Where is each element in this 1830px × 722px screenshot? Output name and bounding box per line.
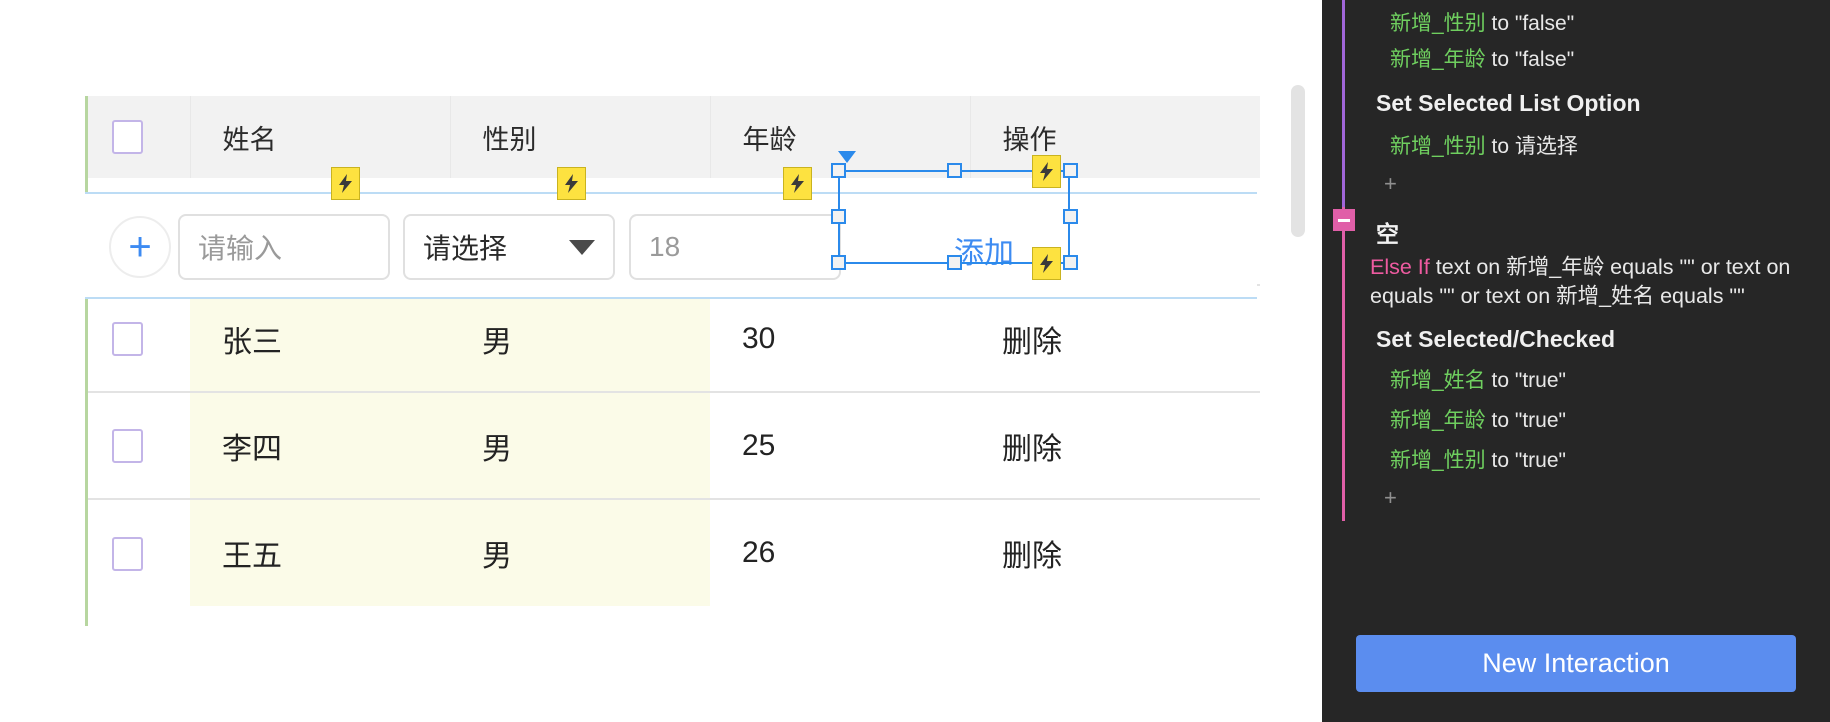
age-input[interactable]: 18 <box>629 214 841 280</box>
header-cell-checkbox <box>88 96 191 178</box>
cell-age: 26 <box>710 499 970 606</box>
new-interaction-button[interactable]: New Interaction <box>1356 635 1796 692</box>
resize-handle-top-left[interactable] <box>831 163 846 178</box>
cell-age: 25 <box>710 392 970 500</box>
plus-icon[interactable]: + <box>109 216 171 278</box>
header-cell-name: 姓名 <box>190 96 451 178</box>
action-item[interactable]: 新增_年龄 to "true" <box>1322 399 1830 439</box>
action-target: 新增_姓名 <box>1390 368 1486 392</box>
action-connector: to <box>1491 12 1510 35</box>
action-item[interactable]: 新增_性别 to "true" <box>1322 439 1830 479</box>
lightning-icon[interactable] <box>557 167 586 200</box>
group-guide-line <box>1342 0 1345 208</box>
action-connector: to <box>1491 449 1510 472</box>
row-checkbox-cell <box>88 285 190 393</box>
cell-name: 张三 <box>190 285 450 393</box>
action-connector: to <box>1491 408 1510 432</box>
delete-link[interactable]: 删除 <box>970 499 1260 606</box>
age-input-placeholder: 18 <box>649 231 681 262</box>
collapse-minus-icon[interactable] <box>1333 209 1355 232</box>
action-value: "true" <box>1514 449 1566 472</box>
action-value: "false" <box>1514 48 1575 72</box>
action-target: 新增_年龄 <box>1390 408 1486 432</box>
row-checkbox[interactable] <box>112 536 143 571</box>
action-group-title[interactable]: Set Selected/Checked <box>1322 310 1830 359</box>
action-target: 新增_性别 <box>1390 449 1486 472</box>
lightning-icon[interactable] <box>1032 155 1061 188</box>
resize-handle-top-center[interactable] <box>947 163 962 178</box>
canvas-scrollbar[interactable] <box>1291 85 1305 237</box>
interaction-group-purple: 新增_性别 to "false" 新增_年龄 to "false" Set Se… <box>1322 0 1830 208</box>
screen-root: 姓名 性别 年龄 操作 张三 男 30 删除 李四 男 25 删除 王五 男 2… <box>0 0 1830 722</box>
interactions-panel: 新增_性别 to "false" 新增_年龄 to "false" Set Se… <box>1322 0 1830 722</box>
condition-expression[interactable]: Else If text on 新增_年龄 equals "" or text … <box>1322 249 1830 310</box>
add-link[interactable]: 添加 <box>954 228 1014 272</box>
resize-handle-bottom-center[interactable] <box>947 255 962 270</box>
delete-link[interactable]: 删除 <box>970 392 1260 500</box>
cell-gender: 男 <box>450 392 710 500</box>
table-header-row: 姓名 性别 年龄 操作 <box>88 96 1260 178</box>
delete-link[interactable]: 删除 <box>970 285 1260 393</box>
action-target: 新增_性别 <box>1390 135 1486 159</box>
design-canvas: 姓名 性别 年龄 操作 张三 男 30 删除 李四 男 25 删除 王五 男 2… <box>0 0 1322 722</box>
add-action-button[interactable]: + <box>1322 165 1830 203</box>
action-group-title[interactable]: Set Selected List Option <box>1322 78 1830 123</box>
condition-keyword: Else If <box>1370 255 1430 280</box>
interaction-group-pink: 空 Else If text on 新增_年龄 equals "" or tex… <box>1322 207 1830 522</box>
name-input[interactable]: 请输入 <box>178 214 390 280</box>
header-cell-action: 操作 <box>970 96 1260 178</box>
action-item[interactable]: 新增_性别 to 请选择 <box>1322 123 1830 165</box>
resize-handle-top-right[interactable] <box>1063 163 1078 178</box>
row-checkbox[interactable] <box>112 429 143 464</box>
cell-gender: 男 <box>450 499 710 606</box>
resize-handle-middle-left[interactable] <box>831 209 846 224</box>
lightning-icon[interactable] <box>1032 247 1061 280</box>
table-row[interactable]: 李四 男 25 删除 <box>88 392 1260 500</box>
action-target: 新增_年龄 <box>1390 48 1486 72</box>
action-value: 请选择 <box>1514 135 1578 159</box>
action-value: "true" <box>1514 368 1566 392</box>
gender-select[interactable]: 请选择 <box>403 214 615 280</box>
action-connector: to <box>1491 135 1510 159</box>
row-checkbox-cell <box>88 499 190 606</box>
action-item[interactable]: 新增_姓名 to "true" <box>1322 359 1830 399</box>
name-input-placeholder: 请输入 <box>198 233 283 264</box>
select-all-checkbox[interactable] <box>112 120 143 154</box>
header-cell-gender: 性别 <box>450 96 711 178</box>
lightning-icon[interactable] <box>783 167 812 200</box>
resize-handle-middle-right[interactable] <box>1063 209 1078 224</box>
cell-name: 王五 <box>190 499 450 606</box>
condition-text: text on 新增_年龄 equals "" or text on equal… <box>1370 255 1791 308</box>
cell-age: 30 <box>710 285 970 393</box>
resize-handle-bottom-right[interactable] <box>1063 255 1078 270</box>
action-value: "true" <box>1514 408 1566 432</box>
action-target: 新增_性别 <box>1390 12 1486 35</box>
action-value: "false" <box>1514 12 1575 35</box>
add-action-button[interactable]: + <box>1322 479 1830 517</box>
action-item[interactable]: 新增_性别 to "false" <box>1322 6 1830 42</box>
gender-select-value: 请选择 <box>423 233 508 264</box>
group-guide-line <box>1342 207 1345 522</box>
cell-name: 李四 <box>190 392 450 500</box>
row-checkbox-cell <box>88 392 190 500</box>
table-row[interactable]: 王五 男 26 删除 <box>88 499 1260 606</box>
resize-handle-bottom-left[interactable] <box>831 255 846 270</box>
lightning-icon[interactable] <box>331 167 360 200</box>
new-entry-row: + 请输入 请选择 18 添加 <box>85 192 1257 299</box>
data-table: 姓名 性别 年龄 操作 张三 男 30 删除 李四 男 25 删除 王五 男 2… <box>85 96 1260 626</box>
action-item[interactable]: 新增_年龄 to "false" <box>1322 42 1830 78</box>
action-connector: to <box>1491 368 1510 392</box>
table-row[interactable]: 张三 男 30 删除 <box>88 285 1260 393</box>
cell-gender: 男 <box>450 285 710 393</box>
action-connector: to <box>1491 48 1510 72</box>
selection-anchor-icon <box>838 151 856 163</box>
group-title[interactable]: 空 <box>1322 215 1830 249</box>
chevron-down-icon <box>569 239 595 255</box>
row-checkbox[interactable] <box>112 322 143 357</box>
